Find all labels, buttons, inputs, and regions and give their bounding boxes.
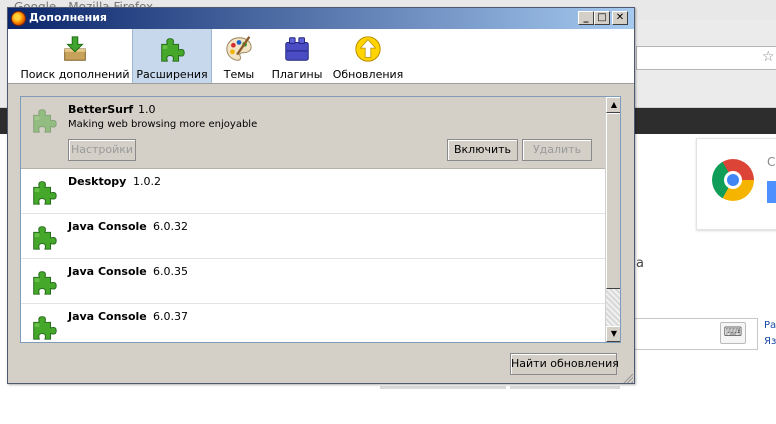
puzzle-piece-icon — [157, 34, 187, 64]
extensions-list: BetterSurf 1.0 Making web browsing more … — [20, 96, 621, 343]
tab-label: Расширения — [136, 68, 208, 81]
extension-version: 6.0.32 — [153, 220, 188, 233]
scroll-up-arrow-icon[interactable]: ▲ — [606, 97, 620, 113]
keyboard-icon[interactable]: ⌨ — [720, 322, 746, 344]
dialog-titlebar[interactable]: Дополнения _ □ ✕ — [8, 8, 634, 29]
background-link-2[interactable]: Яз — [764, 336, 776, 347]
update-arrow-icon — [355, 36, 381, 62]
extension-description: Making web browsing more enjoyable — [68, 119, 258, 130]
tab-label: Плагины — [271, 68, 323, 81]
extension-name: BetterSurf — [68, 103, 134, 116]
plugin-blocks-icon — [285, 37, 309, 61]
tab-themes[interactable]: Темы — [214, 29, 264, 83]
extension-name: Java Console — [68, 265, 147, 278]
extension-version: 6.0.35 — [153, 265, 188, 278]
tab-label: Поиск дополнений — [20, 68, 130, 81]
extension-name: Desktopy — [68, 175, 127, 188]
close-button[interactable]: ✕ — [612, 11, 628, 25]
list-scrollbar[interactable]: ▲ ▼ — [605, 97, 620, 342]
tab-label: Обновления — [332, 68, 404, 81]
extension-item-bettersurf[interactable]: BetterSurf 1.0 Making web browsing more … — [21, 97, 605, 169]
background-bottom-button — [380, 386, 506, 389]
extension-item-java-console[interactable]: Java Console 6.0.35 — [21, 259, 605, 304]
background-link-1[interactable]: Ра — [764, 320, 776, 331]
puzzle-piece-icon — [29, 222, 59, 252]
settings-button[interactable]: Настройки — [68, 139, 136, 161]
download-box-icon — [64, 36, 86, 61]
scroll-down-arrow-icon[interactable]: ▼ — [606, 326, 620, 342]
extension-item-java-console[interactable]: Java Console 6.0.37 — [21, 304, 605, 342]
resize-grip-icon[interactable] — [622, 372, 633, 383]
tab-label: Темы — [223, 68, 255, 81]
scrollbar-track[interactable] — [606, 289, 620, 326]
palette-icon — [226, 36, 252, 61]
addons-dialog: Дополнения _ □ ✕ Поиск дополнений Расшир… — [7, 7, 635, 384]
maximize-button[interactable]: □ — [594, 11, 610, 25]
chrome-logo-icon — [712, 159, 754, 201]
addons-tabbar: Поиск дополнений Расширения Темы Плагины… — [8, 29, 634, 84]
background-bottom-button — [510, 386, 620, 389]
remove-button[interactable]: Удалить — [522, 139, 592, 161]
tab-updates[interactable]: Обновления — [330, 29, 406, 83]
tab-plugins[interactable]: Плагины — [266, 29, 328, 83]
background-url-bar[interactable] — [636, 46, 776, 70]
background-partial-text: а — [636, 256, 644, 271]
puzzle-piece-icon — [29, 267, 59, 297]
extension-version: 1.0.2 — [133, 175, 161, 188]
dialog-title: Дополнения — [29, 11, 107, 24]
background-promo-button[interactable] — [767, 181, 776, 203]
firefox-icon — [11, 11, 26, 26]
find-updates-button[interactable]: Найти обновления — [510, 353, 619, 375]
bookmark-star-icon[interactable]: ☆ — [762, 47, 775, 67]
extension-name: Java Console — [68, 220, 147, 233]
tab-extensions[interactable]: Расширения — [132, 29, 212, 83]
extension-name: Java Console — [68, 310, 147, 323]
puzzle-piece-icon — [29, 177, 59, 207]
extension-version: 1.0 — [138, 103, 156, 116]
puzzle-piece-icon — [29, 105, 59, 135]
background-chrome-promo: С — [696, 138, 776, 230]
tab-get-addons[interactable]: Поиск дополнений — [20, 29, 130, 83]
extension-item-java-console[interactable]: Java Console 6.0.32 — [21, 214, 605, 259]
extension-version: 6.0.37 — [153, 310, 188, 323]
minimize-button[interactable]: _ — [578, 11, 594, 25]
extension-item-desktopy[interactable]: Desktopy 1.0.2 — [21, 169, 605, 214]
scrollbar-thumb[interactable] — [606, 113, 620, 289]
enable-button[interactable]: Включить — [447, 139, 518, 161]
puzzle-piece-icon — [29, 312, 59, 342]
